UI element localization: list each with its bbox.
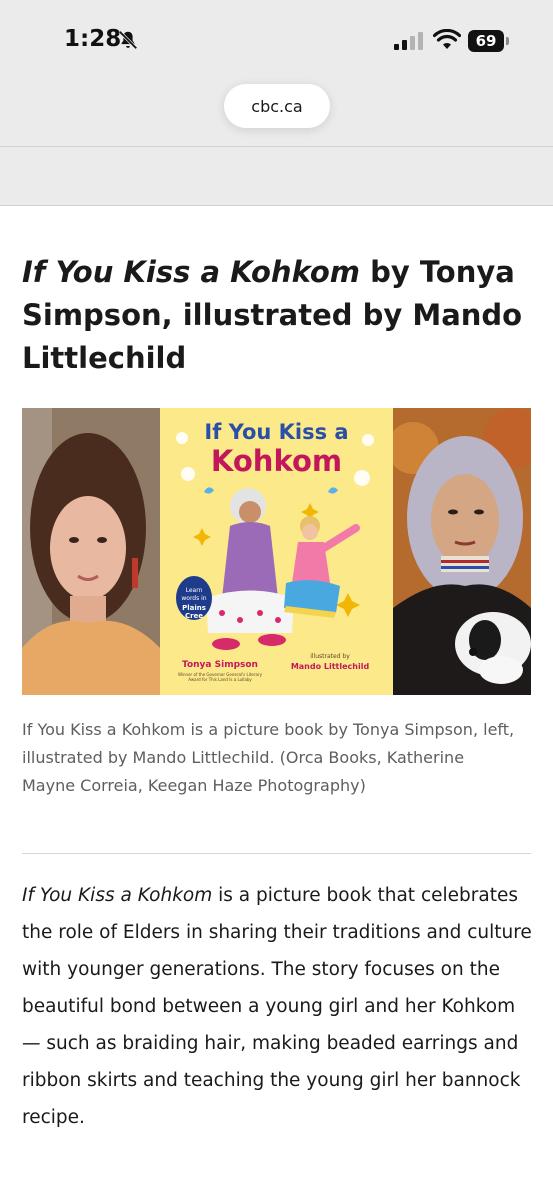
status-time: 1:28 xyxy=(64,26,122,52)
svg-text:Cree: Cree xyxy=(185,612,203,620)
battery-nub xyxy=(506,37,509,45)
battery-level: 69 xyxy=(475,32,497,50)
author-portrait-illustration xyxy=(22,408,160,695)
article-headline: If You Kiss a Kohkom by Tonya Simpson, i… xyxy=(22,251,532,380)
bell-slash-icon xyxy=(118,30,138,50)
cover-title-line2: Kohkom xyxy=(210,444,343,478)
image-caption: If You Kiss a Kohkom is a picture book b… xyxy=(22,720,515,795)
illustrator-portrait-illustration xyxy=(387,408,531,695)
article-hero-image[interactable]: Learn words in Plains Cree If You Kiss a… xyxy=(22,408,531,695)
battery-icon: 69 xyxy=(468,30,504,52)
svg-text:words in: words in xyxy=(181,595,206,602)
caption-divider xyxy=(22,853,531,854)
wifi-icon xyxy=(433,29,461,49)
svg-text:Learn: Learn xyxy=(186,587,203,594)
paragraph-text: is a picture book that celebrates the ro… xyxy=(22,885,532,1128)
book-cover: Learn words in Plains Cree If You Kiss a… xyxy=(160,408,393,695)
svg-text:Plains: Plains xyxy=(182,604,206,612)
toolbar-divider xyxy=(0,146,553,147)
illustrator-photo xyxy=(387,408,531,695)
article-paragraph: If You Kiss a Kohkom is a picture book t… xyxy=(22,877,536,1136)
status-bar: 1:28 69 xyxy=(0,0,553,80)
address-bar-url: cbc.ca xyxy=(251,96,303,116)
headline-book-title: If You Kiss a Kohkom xyxy=(22,255,360,289)
cover-illustrator: Mando Littlechild xyxy=(290,662,370,671)
cover-illustrator-label: illustrated by xyxy=(310,653,350,660)
paragraph-book-title: If You Kiss a Kohkom xyxy=(22,885,213,906)
cover-author: Tonya Simpson xyxy=(182,660,258,670)
cover-author-note: Winner of the Governor General's Literar… xyxy=(178,672,262,682)
author-photo xyxy=(22,408,160,695)
cover-title-line1: If You Kiss a xyxy=(204,420,349,444)
browser-chrome: 1:28 69 cbc.ca xyxy=(0,0,553,206)
address-bar[interactable]: cbc.ca xyxy=(224,84,330,128)
cellular-signal-icon xyxy=(394,32,423,50)
